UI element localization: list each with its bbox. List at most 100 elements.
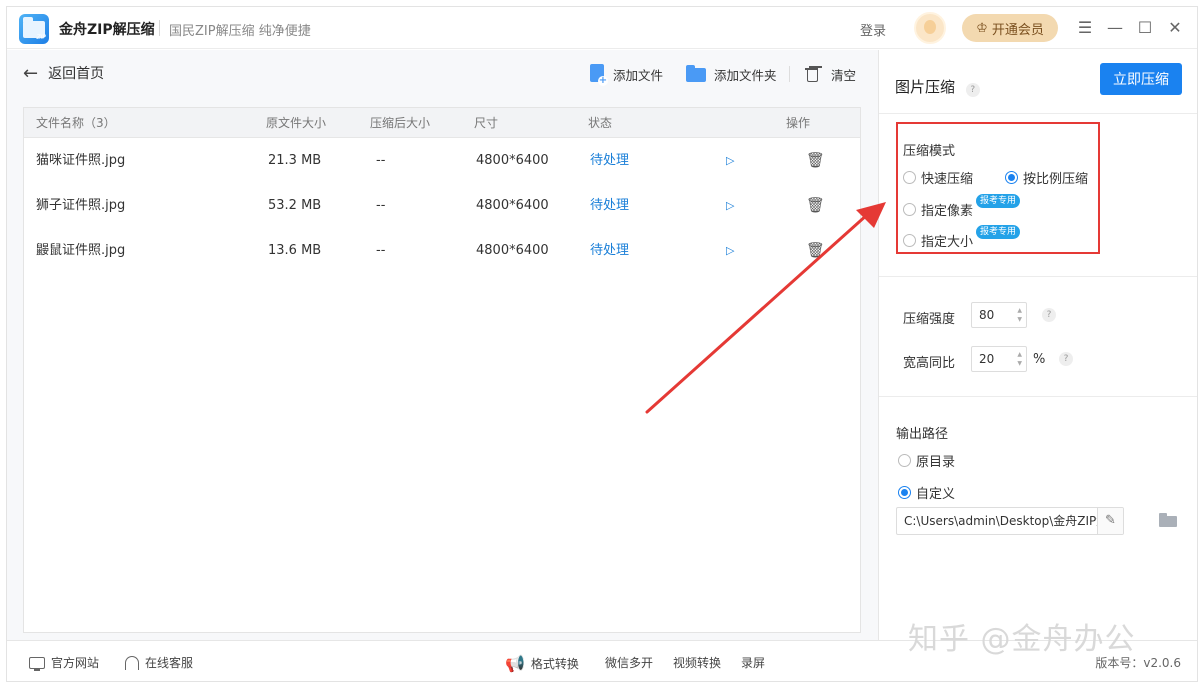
avatar[interactable] (914, 12, 946, 44)
delete-icon[interactable]: 🗑 (806, 183, 825, 228)
menu-icon[interactable]: ☰ (1074, 16, 1096, 38)
ratio-label: 宽高同比 (903, 356, 956, 371)
wechat-label: 微信多开 (605, 656, 654, 670)
back-home-label: 返回首页 (48, 66, 105, 82)
video-label: 视频转换 (673, 656, 722, 670)
format-label: 格式转换 (530, 657, 579, 671)
trash-icon (805, 66, 819, 82)
radio-icon (903, 203, 916, 216)
panel-title: 图片压缩 ? (895, 76, 980, 97)
file-status: 待处理 (590, 243, 630, 258)
exam-badge: 报考专用 (976, 225, 1021, 239)
play-icon[interactable]: ▷ (726, 138, 734, 183)
login-link[interactable]: 登录 (860, 20, 886, 39)
radio-checked-icon (898, 486, 911, 499)
file-size: 21.3 MB (268, 153, 322, 168)
table-row[interactable]: 猫咪证件照.jpg 21.3 MB -- 4800*6400 待处理 ▷ 🗑 (24, 138, 860, 183)
output-original-radio[interactable]: 原目录 (898, 451, 955, 470)
radio-checked-icon (1005, 171, 1018, 184)
strength-help-icon[interactable]: ? (1042, 308, 1056, 322)
add-file-icon (589, 64, 608, 86)
mode-ratio-label: 按比例压缩 (1023, 172, 1089, 187)
mode-fast-label: 快速压缩 (921, 172, 974, 187)
mode-ratio-radio[interactable]: 按比例压缩 (1005, 168, 1088, 187)
delete-icon[interactable]: 🗑 (806, 228, 825, 273)
file-table: 文件名称（3） 原文件大小 压缩后大小 尺寸 状态 操作 猫咪证件照.jpg 2… (23, 107, 861, 633)
mode-size-radio[interactable]: 指定大小 (903, 231, 973, 250)
output-original-label: 原目录 (916, 455, 956, 470)
title-divider (159, 20, 160, 36)
online-support-link[interactable]: 在线客服 (125, 654, 193, 671)
edit-pen-icon[interactable]: ✎ (1097, 508, 1123, 534)
add-folder-label: 添加文件夹 (714, 67, 777, 83)
vip-button[interactable]: ♔ 开通会员 (962, 14, 1058, 42)
wechat-multi-link[interactable]: 微信多开 (605, 654, 653, 671)
table-row[interactable]: 狮子证件照.jpg 53.2 MB -- 4800*6400 待处理 ▷ 🗑 (24, 183, 860, 228)
compressed-size: -- (376, 198, 386, 213)
output-path-field[interactable]: C:\Users\admin\Desktop\金舟ZIP解压 ✎ (896, 507, 1124, 535)
browse-folder-icon[interactable] (1159, 513, 1177, 527)
delete-icon[interactable]: 🗑 (806, 138, 825, 183)
back-home-button[interactable]: ← 返回首页 (23, 60, 104, 86)
file-dimensions: 4800*6400 (476, 153, 549, 168)
ratio-unit: % (1033, 352, 1046, 367)
app-window: ZIP 金舟ZIP解压缩 国民ZIP解压缩 纯净便捷 登录 ♔ 开通会员 ☰ —… (6, 6, 1198, 682)
panel-divider (879, 113, 1197, 114)
ratio-help-icon[interactable]: ? (1059, 352, 1073, 366)
vip-label: 开通会员 (991, 22, 1044, 38)
app-name: 金舟ZIP解压缩 (59, 22, 155, 38)
header-compressed-size: 压缩后大小 (370, 116, 431, 130)
header-status: 状态 (588, 116, 613, 130)
mode-fast-radio[interactable]: 快速压缩 (903, 168, 973, 187)
strength-label: 压缩强度 (903, 312, 956, 327)
app-logo-icon: ZIP (19, 14, 49, 44)
format-convert-link[interactable]: 📢 格式转换 (505, 654, 579, 673)
video-convert-link[interactable]: 视频转换 (673, 654, 721, 671)
file-toolbar: ← 返回首页 添加文件 添加文件夹 清空 (7, 50, 878, 98)
add-folder-icon (686, 65, 708, 83)
minimize-icon[interactable]: — (1104, 16, 1126, 38)
panel-title-text: 图片压缩 (895, 78, 956, 96)
strength-value: 80 (979, 308, 995, 322)
exam-badge: 报考专用 (976, 194, 1021, 208)
headset-icon (125, 655, 139, 670)
output-custom-label: 自定义 (916, 487, 956, 502)
play-icon[interactable]: ▷ (726, 183, 734, 228)
add-folder-button[interactable]: 添加文件夹 (686, 62, 777, 86)
compressed-size: -- (376, 153, 386, 168)
file-name: 狮子证件照.jpg (36, 198, 126, 213)
output-custom-radio[interactable]: 自定义 (898, 483, 955, 502)
compress-now-button[interactable]: 立即压缩 (1100, 63, 1182, 95)
mode-label: 压缩模式 (903, 144, 956, 159)
radio-icon (898, 454, 911, 467)
clear-button[interactable]: 清空 (805, 62, 856, 86)
file-dimensions: 4800*6400 (476, 198, 549, 213)
radio-icon (903, 234, 916, 247)
official-website-link[interactable]: 官方网站 (29, 654, 99, 671)
maximize-icon[interactable]: ☐ (1134, 16, 1156, 38)
file-status: 待处理 (590, 153, 630, 168)
output-label: 输出路径 (896, 427, 949, 442)
file-dimensions: 4800*6400 (476, 243, 549, 258)
radio-icon (903, 171, 916, 184)
mode-pixel-radio[interactable]: 指定像素 (903, 200, 973, 219)
screen-record-link[interactable]: 录屏 (741, 654, 765, 671)
stepper-arrows-icon[interactable]: ▲ ▼ (1017, 350, 1022, 368)
megaphone-icon: 📢 (505, 654, 525, 673)
output-path-value: C:\Users\admin\Desktop\金舟ZIP解压 (904, 514, 1121, 528)
ratio-stepper[interactable]: 20 ▲ ▼ (971, 346, 1027, 372)
file-name: 鼹鼠证件照.jpg (36, 243, 126, 258)
play-icon[interactable]: ▷ (726, 228, 734, 273)
header-filename: 文件名称（3） (36, 116, 116, 130)
app-slogan: 国民ZIP解压缩 纯净便捷 (169, 24, 311, 39)
add-file-button[interactable]: 添加文件 (589, 62, 663, 86)
table-header: 文件名称（3） 原文件大小 压缩后大小 尺寸 状态 操作 (24, 108, 860, 138)
stepper-arrows-icon[interactable]: ▲ ▼ (1017, 306, 1022, 324)
help-icon[interactable]: ? (965, 83, 980, 97)
clear-label: 清空 (831, 67, 857, 83)
close-icon[interactable]: ✕ (1164, 16, 1186, 38)
monitor-icon (29, 656, 45, 671)
back-arrow-icon: ← (23, 62, 39, 84)
strength-stepper[interactable]: 80 ▲ ▼ (971, 302, 1027, 328)
table-row[interactable]: 鼹鼠证件照.jpg 13.6 MB -- 4800*6400 待处理 ▷ 🗑 (24, 228, 860, 273)
